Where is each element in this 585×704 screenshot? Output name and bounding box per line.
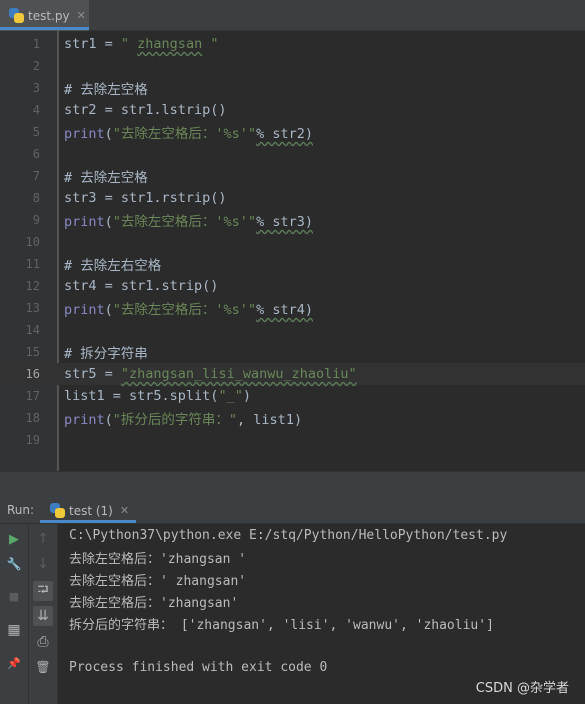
code-line-5[interactable]: 5 print("去除左空格后：'%s'"% str2): [0, 121, 585, 143]
editor-tab-bar: test.py ✕: [0, 0, 585, 31]
code-line-9[interactable]: 9 print("去除左空格后：'%s'"% str3): [0, 209, 585, 231]
print-icon[interactable]: ⎙: [33, 632, 53, 652]
line-number: 6: [32, 147, 40, 161]
comment: # 拆分字符串: [64, 346, 148, 362]
comment: # 去除左空格: [64, 82, 148, 98]
run-tab-title: test (1): [69, 503, 113, 518]
wrench-icon[interactable]: 🔧: [4, 554, 24, 574]
code-line-12[interactable]: 12 str4 = str1.strip(): [0, 275, 585, 297]
line-number: 12: [25, 279, 40, 293]
run-toolbar-primary: ▶ 🔧 ■ ▦ 📌: [0, 524, 29, 704]
line-number: 10: [25, 235, 40, 249]
code-line-4[interactable]: 4 str2 = str1.lstrip(): [0, 99, 585, 121]
code-line-16-current[interactable]: 16 str5 = "zhangsan_lisi_wanwu_zhaoliu": [0, 363, 585, 385]
line-number: 19: [25, 433, 40, 447]
line-number: 13: [25, 301, 40, 315]
line-number: 15: [25, 345, 40, 359]
comment: # 去除左空格: [64, 170, 148, 186]
rerun-icon[interactable]: ▶: [4, 529, 24, 549]
arrow-down-icon[interactable]: ↓: [33, 554, 53, 574]
code-line-11[interactable]: 11 # 去除左右空格: [0, 253, 585, 275]
arrow-up-icon[interactable]: ↑: [33, 529, 53, 549]
line-number: 1: [32, 37, 40, 51]
code-line-1[interactable]: 1 str1 = " zhangsan ": [0, 33, 585, 55]
close-icon[interactable]: ✕: [77, 9, 86, 22]
code-line-8[interactable]: 8 str3 = str1.rstrip(): [0, 187, 585, 209]
editor-tab-title: test.py: [28, 8, 70, 23]
line-number: 7: [32, 169, 40, 183]
comment: # 去除左右空格: [64, 258, 162, 274]
python-file-icon: [9, 8, 24, 23]
pin-icon[interactable]: 📌: [4, 653, 24, 673]
stop-icon[interactable]: ■: [4, 586, 24, 606]
console-line: 去除左空格后：'zhangsan': [69, 595, 239, 611]
close-icon[interactable]: ✕: [120, 504, 129, 517]
console-line: C:\Python37\python.exe E:/stq/Python/Hel…: [69, 527, 508, 543]
run-panel-header: Run: test (1) ✕: [0, 497, 585, 524]
watermark: CSDN @杂学者: [475, 681, 569, 696]
code-editor[interactable]: 1 str1 = " zhangsan " 2 3 # 去除左空格 4 str2…: [0, 31, 585, 471]
console-line: 拆分后的字符串： ['zhangsan', 'lisi', 'wanwu', '…: [69, 617, 494, 633]
code-line-3[interactable]: 3 # 去除左空格: [0, 77, 585, 99]
active-tab-indicator: [0, 27, 89, 30]
console-line: 去除左空格后：' zhangsan': [69, 573, 247, 589]
console-line: 去除左空格后：'zhangsan ': [69, 551, 247, 567]
line-number: 14: [25, 323, 40, 337]
line-number: 17: [25, 389, 40, 403]
code-line-19[interactable]: 19: [0, 429, 585, 451]
line-number: 9: [32, 213, 40, 227]
line-number: 2: [32, 59, 40, 73]
code-line-18[interactable]: 18 print("拆分后的字符串：", list1): [0, 407, 585, 429]
run-label: Run:: [7, 503, 35, 517]
code-line-10[interactable]: 10: [0, 231, 585, 253]
console-line: Process finished with exit code 0: [69, 659, 328, 675]
code-line-2[interactable]: 2: [0, 55, 585, 77]
code-line-17[interactable]: 17 list1 = str5.split("_"): [0, 385, 585, 407]
code-line-13[interactable]: 13 print("去除左空格后：'%s'"% str4): [0, 297, 585, 319]
line-number: 8: [32, 191, 40, 205]
code-line-14[interactable]: 14: [0, 319, 585, 341]
python-run-icon: [50, 503, 65, 518]
code-line-15[interactable]: 15 # 拆分字符串: [0, 341, 585, 363]
layout-icon[interactable]: ▦: [4, 620, 24, 640]
scroll-to-end-icon[interactable]: ⇊: [33, 606, 53, 626]
soft-wrap-icon[interactable]: ⮒: [33, 581, 53, 601]
line-number: 5: [32, 125, 40, 139]
active-run-tab-indicator: [40, 520, 136, 523]
run-toolbar-secondary: ↑ ↓ ⮒ ⇊ ⎙ 🗑: [29, 524, 58, 704]
code-line-7[interactable]: 7 # 去除左空格: [0, 165, 585, 187]
line-number: 3: [32, 81, 40, 95]
line-number: 11: [25, 257, 40, 271]
line-number: 4: [32, 103, 40, 117]
line-number: 16: [25, 367, 40, 381]
code-line-6[interactable]: 6: [0, 143, 585, 165]
line-number: 18: [25, 411, 40, 425]
panel-splitter[interactable]: [0, 471, 585, 497]
trash-icon[interactable]: 🗑: [33, 657, 53, 677]
